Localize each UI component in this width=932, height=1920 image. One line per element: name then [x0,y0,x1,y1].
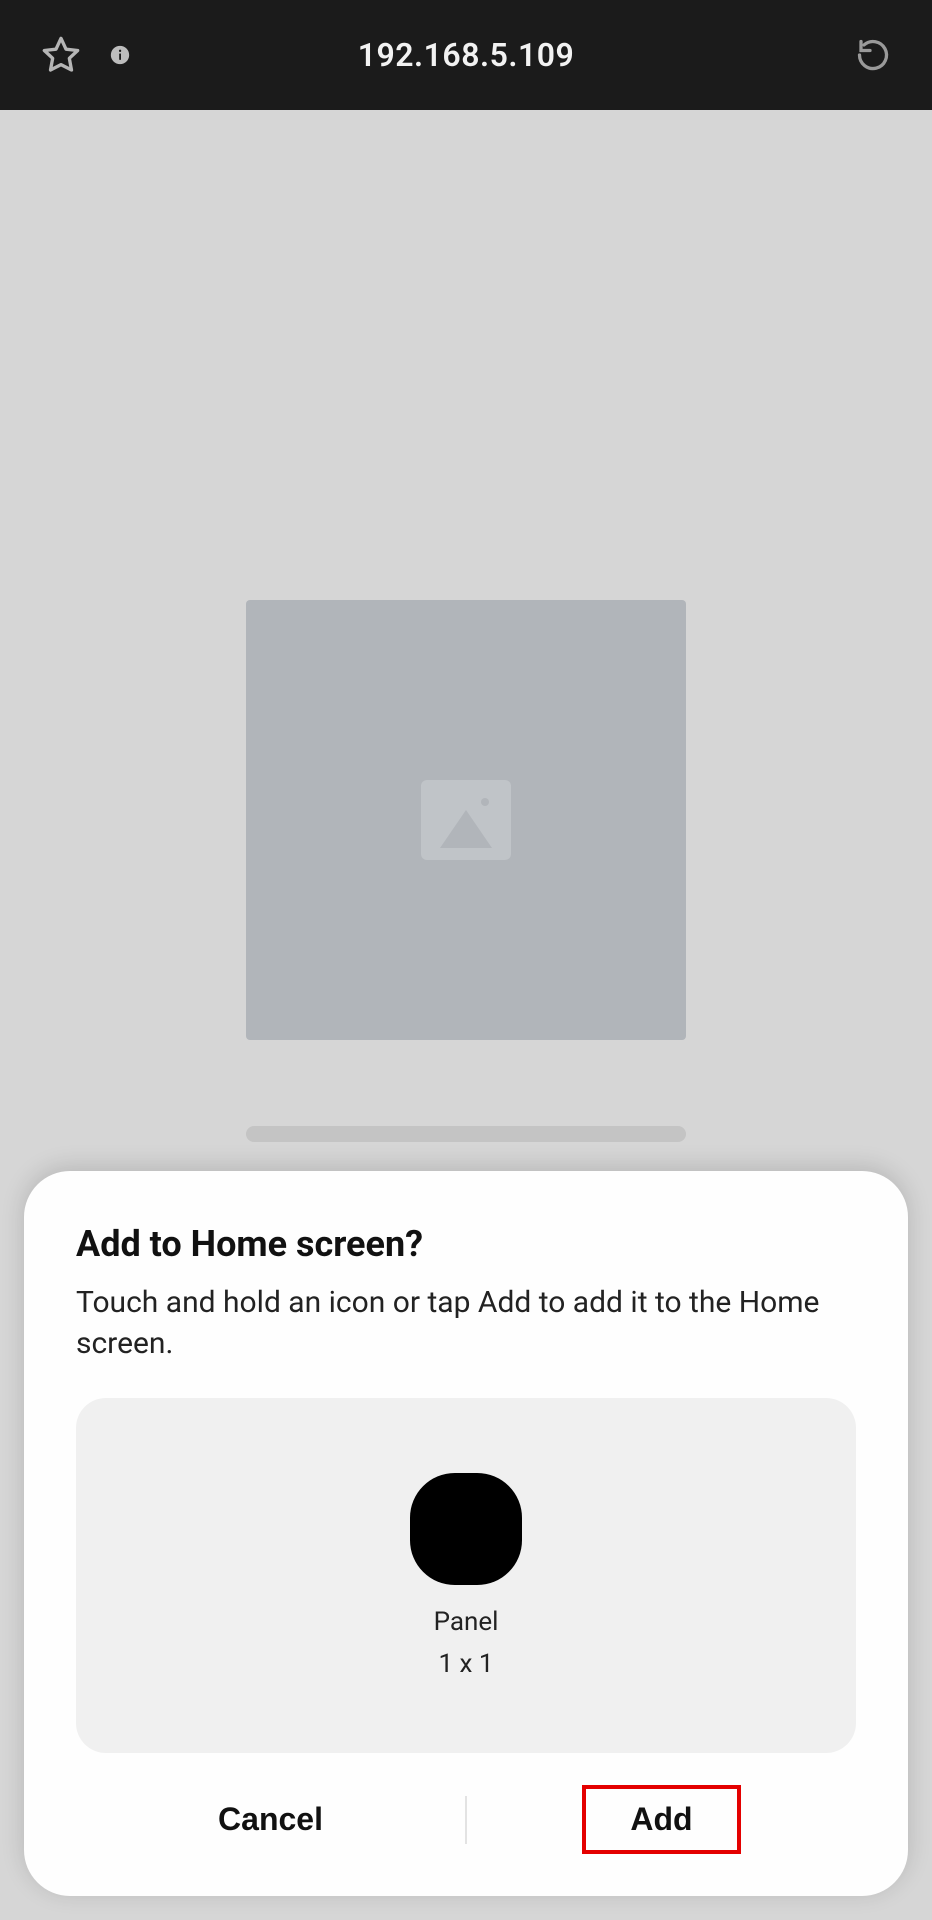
cancel-button[interactable]: Cancel [76,1783,465,1856]
add-button-highlight: Add [582,1785,740,1854]
add-to-home-sheet: Add to Home screen? Touch and hold an ic… [24,1171,908,1896]
widget-name: Panel [434,1607,499,1637]
app-icon[interactable] [410,1473,522,1585]
address-url[interactable]: 192.168.5.109 [0,36,932,74]
sheet-subtitle: Touch and hold an icon or tap Add to add… [76,1283,856,1364]
star-icon[interactable] [40,34,82,76]
info-icon[interactable] [110,45,130,65]
browser-address-bar: 192.168.5.109 [0,0,932,110]
widget-size: 1 x 1 [438,1649,493,1679]
sheet-actions: Cancel Add [76,1783,856,1856]
reload-icon[interactable] [854,36,892,74]
sheet-title: Add to Home screen? [76,1223,856,1265]
text-skeleton [246,1126,686,1142]
image-icon [421,780,511,860]
image-placeholder [246,600,686,1040]
add-button[interactable]: Add [630,1801,692,1838]
widget-preview-card[interactable]: Panel 1 x 1 [76,1398,856,1753]
